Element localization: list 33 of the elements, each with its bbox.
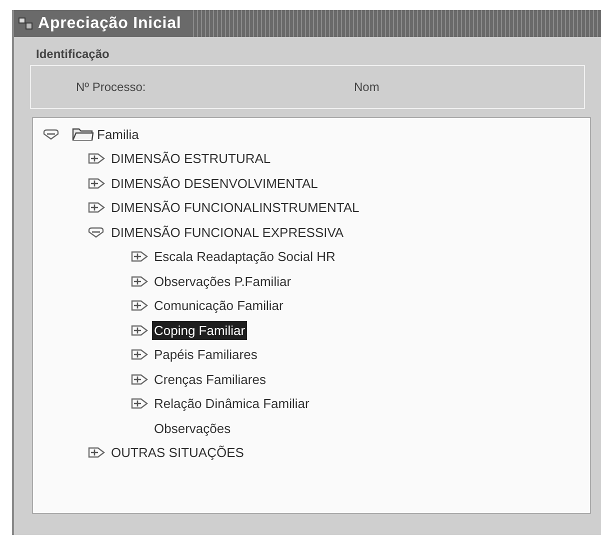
collapse-icon[interactable]: [43, 128, 60, 140]
expand-icon[interactable]: [131, 374, 148, 385]
expand-icon[interactable]: [131, 349, 148, 360]
expand-icon[interactable]: [88, 178, 105, 189]
tree-item[interactable]: Coping Familiar: [152, 320, 248, 340]
tree-item[interactable]: Escala Readaptação Social HR: [152, 247, 338, 266]
tree-item[interactable]: DIMENSÃO FUNCIONAL EXPRESSIVA: [109, 222, 346, 242]
expand-icon[interactable]: [131, 398, 148, 410]
field-label: Nº Processo:: [76, 79, 147, 96]
tree-item[interactable]: Papéis Familiares: [152, 345, 260, 364]
tree-item[interactable]: OUTRAS SITUAÇÕES: [109, 443, 246, 462]
expand-icon[interactable]: [131, 276, 148, 287]
tree-item[interactable]: DIMENSÃO ESTRUTURAL: [109, 149, 273, 168]
tree-item[interactable]: DIMENSÃO DESENVOLVIMENTAL: [109, 174, 320, 193]
expand-icon[interactable]: [88, 447, 105, 458]
tree-item[interactable]: Relação Dinâmica Familiar: [152, 394, 312, 414]
window-title: Apreciação Inicial: [38, 14, 182, 34]
expand-icon[interactable]: [131, 324, 148, 336]
tree-item[interactable]: Observações P.Familiar: [152, 272, 294, 291]
tree-item[interactable]: Comunicação Familiar: [152, 296, 286, 316]
expand-icon[interactable]: [88, 202, 105, 214]
folder-icon: [72, 127, 94, 142]
group-legend: Identificação: [36, 45, 110, 63]
expand-icon[interactable]: [131, 300, 148, 312]
tree-item[interactable]: DIMENSÃO FUNCIONALINSTRUMENTAL: [109, 198, 362, 218]
expand-icon[interactable]: [131, 251, 148, 262]
expand-icon[interactable]: [88, 153, 105, 164]
tree-item[interactable]: Observações: [152, 418, 233, 438]
tree-item[interactable]: Crenças Familiares: [152, 370, 268, 389]
field-label: Nom: [354, 79, 380, 96]
tree-item[interactable]: Familia: [95, 124, 141, 144]
app-icon: [18, 16, 34, 30]
collapse-icon[interactable]: [88, 226, 105, 238]
